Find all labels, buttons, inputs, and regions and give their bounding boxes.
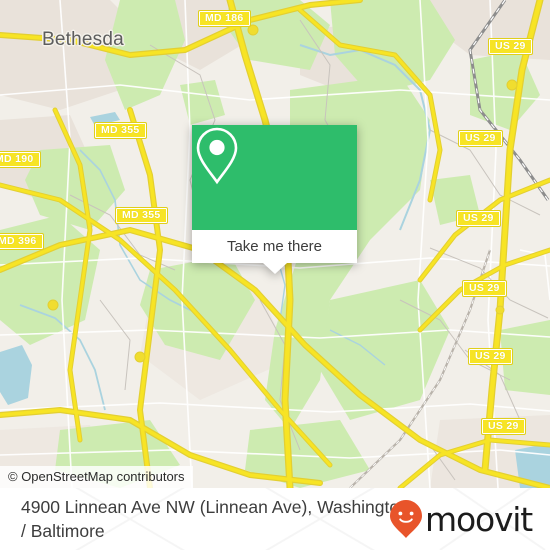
road-shield-us-29-2: US 29 [458,130,503,147]
popup-footer[interactable]: Take me there [192,230,357,274]
location-title: 4900 Linnean Ave NW (Linnean Ave), Washi… [21,497,409,541]
road-shield-us-29-1: US 29 [488,38,533,55]
road-shield-md-396: MD 396 [0,233,44,250]
take-me-there-label: Take me there [226,238,323,255]
road-shield-md-355-2: MD 355 [115,207,168,224]
road-shield-us-29-6: US 29 [481,418,526,435]
road-shield-us-29-3: US 29 [456,210,501,227]
popup-tail-pointer [262,263,287,274]
footer-bar: 4900 Linnean Ave NW (Linnean Ave), Washi… [0,488,550,550]
map-label-bethesda: Bethesda [42,29,124,50]
moovit-wordmark: moovit [425,499,533,539]
map-pin-icon [196,127,238,185]
road-shield-md-190: MD 190 [0,151,41,168]
moovit-pin-icon [390,500,423,538]
map-canvas[interactable]: Bethesda MD 186 US 29 MD 355 MD 190 US 2… [0,0,550,488]
road-shield-us-29-5: US 29 [468,348,513,365]
location-popup-card[interactable]: Take me there [192,125,357,274]
road-shield-us-29-4: US 29 [462,280,507,297]
moovit-brand[interactable]: moovit [389,499,533,539]
popup-header [192,125,357,230]
road-shield-md-355-1: MD 355 [94,122,147,139]
map-attribution[interactable]: © OpenStreetMap contributors [0,466,193,488]
road-shield-md-186: MD 186 [198,10,251,27]
moovit-map-screen: Bethesda MD 186 US 29 MD 355 MD 190 US 2… [0,0,550,550]
